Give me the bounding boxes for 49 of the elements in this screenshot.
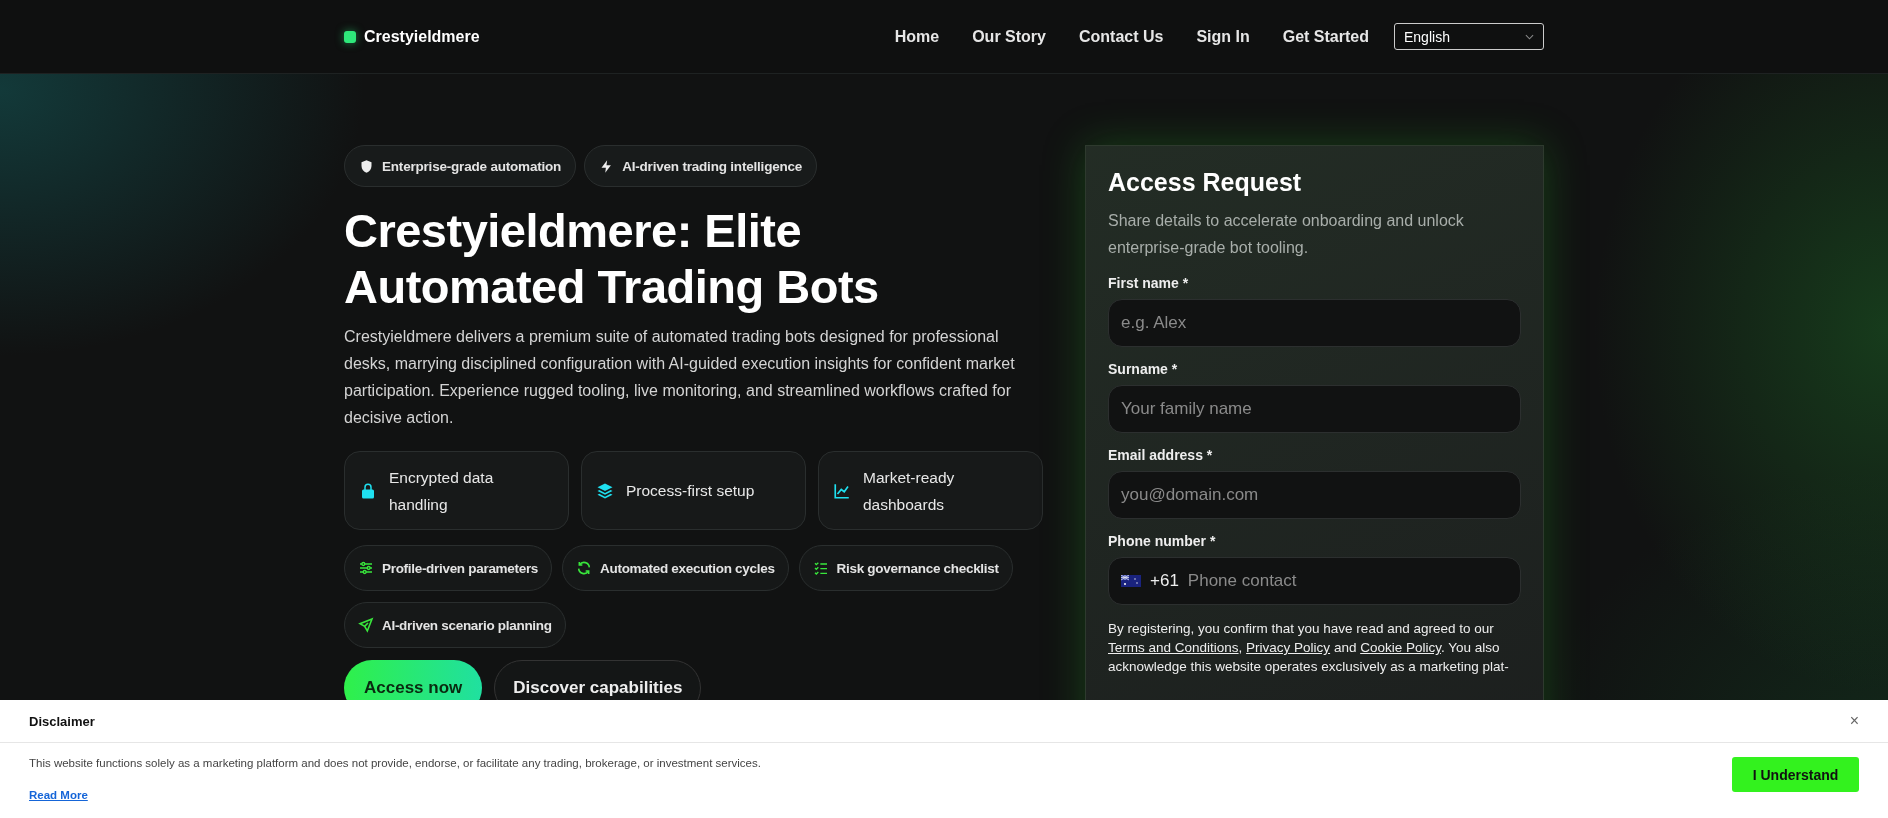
line-chart-icon bbox=[833, 481, 851, 500]
lock-icon bbox=[359, 481, 377, 500]
phone-field[interactable]: +61 Phone contact bbox=[1108, 557, 1521, 605]
nav-link[interactable]: Contact Us bbox=[1078, 27, 1164, 46]
disclaimer-text: This website functions solely as a marketing platform and does not provide, endorse, or facilitate any trading, brokerage, or investment services. bbox=[29, 757, 761, 769]
nav-link[interactable]: Sign In bbox=[1196, 27, 1250, 46]
checklist-icon bbox=[812, 560, 829, 576]
layers-icon bbox=[596, 481, 614, 500]
nav-link[interactable]: Our Story bbox=[972, 27, 1046, 46]
field-label: Surname * bbox=[1108, 361, 1179, 377]
feature-pill: Automated execution cycles bbox=[562, 545, 789, 591]
brand-link[interactable]: Crestyieldmere bbox=[364, 27, 480, 46]
shield-icon bbox=[359, 158, 374, 174]
feature-pill: Profile-driven parameters bbox=[344, 545, 553, 591]
sliders-icon bbox=[358, 560, 374, 576]
input-field[interactable]: you@domain.com bbox=[1108, 471, 1521, 519]
input-field[interactable]: Your family name bbox=[1108, 385, 1521, 433]
hero-description: Crestyieldmere delivers a premium suite of automated trading bots designed for professional desks, marrying disciplined configuration with AI-guided execution insights for confident market participation. Experience rugged tooling, live monitoring, and streamlined workflows crafted for decisive action. bbox=[344, 327, 1016, 428]
field-label: Phone number * bbox=[1108, 533, 1217, 549]
caret-icon bbox=[1525, 33, 1534, 40]
flag-icon bbox=[1121, 575, 1141, 587]
feature-card: Process-first setup bbox=[581, 451, 806, 530]
language-select[interactable]: English bbox=[1394, 23, 1544, 50]
feature-card: Encrypted data handling bbox=[344, 451, 569, 530]
feature-card: Market-ready dashboards bbox=[818, 451, 1043, 530]
feature-badge: Enterprise-grade automation bbox=[344, 145, 577, 187]
hero-title: Crestyieldmere: Elite Automated Trading Bots bbox=[344, 203, 880, 315]
policy-link[interactable]: Privacy Policy bbox=[1246, 640, 1331, 655]
nav-link[interactable]: Get Started bbox=[1282, 27, 1369, 46]
consent-text: By registering, you confirm that you have read and agreed to our Terms and Conditions, Privacy Policy and Cookie Policy. You also acknowledge this website operates exclusively as a marketing plat- bbox=[1108, 620, 1510, 676]
phone-input[interactable]: Phone contact bbox=[1187, 571, 1508, 591]
field-label: Email address * bbox=[1108, 447, 1214, 463]
close-button[interactable]: × bbox=[1849, 712, 1859, 730]
form-subtitle: Share details to accelerate onboarding and unlock enterprise-grade bot tooling. bbox=[1108, 211, 1465, 258]
disclaimer-title: Disclaimer bbox=[29, 713, 95, 729]
logo-icon bbox=[344, 30, 356, 43]
paper-plane-icon bbox=[358, 617, 374, 633]
policy-link[interactable]: Terms and Conditions bbox=[1108, 640, 1239, 655]
form-title: Access Request bbox=[1108, 168, 1303, 197]
understand-button[interactable]: I Understand bbox=[1732, 757, 1859, 792]
read-more-link[interactable]: Read More bbox=[29, 789, 88, 801]
feature-pill: AI-driven scenario planning bbox=[344, 602, 566, 648]
nav-link[interactable]: Home bbox=[894, 27, 940, 46]
field-label: First name * bbox=[1108, 275, 1190, 291]
policy-link[interactable]: Cookie Policy bbox=[1360, 640, 1441, 655]
feature-pill: Risk governance checklist bbox=[798, 545, 1013, 591]
refresh-icon bbox=[576, 560, 593, 576]
feature-badge: AI-driven trading intelligence bbox=[584, 145, 818, 187]
input-field[interactable]: e.g. Alex bbox=[1108, 299, 1521, 347]
